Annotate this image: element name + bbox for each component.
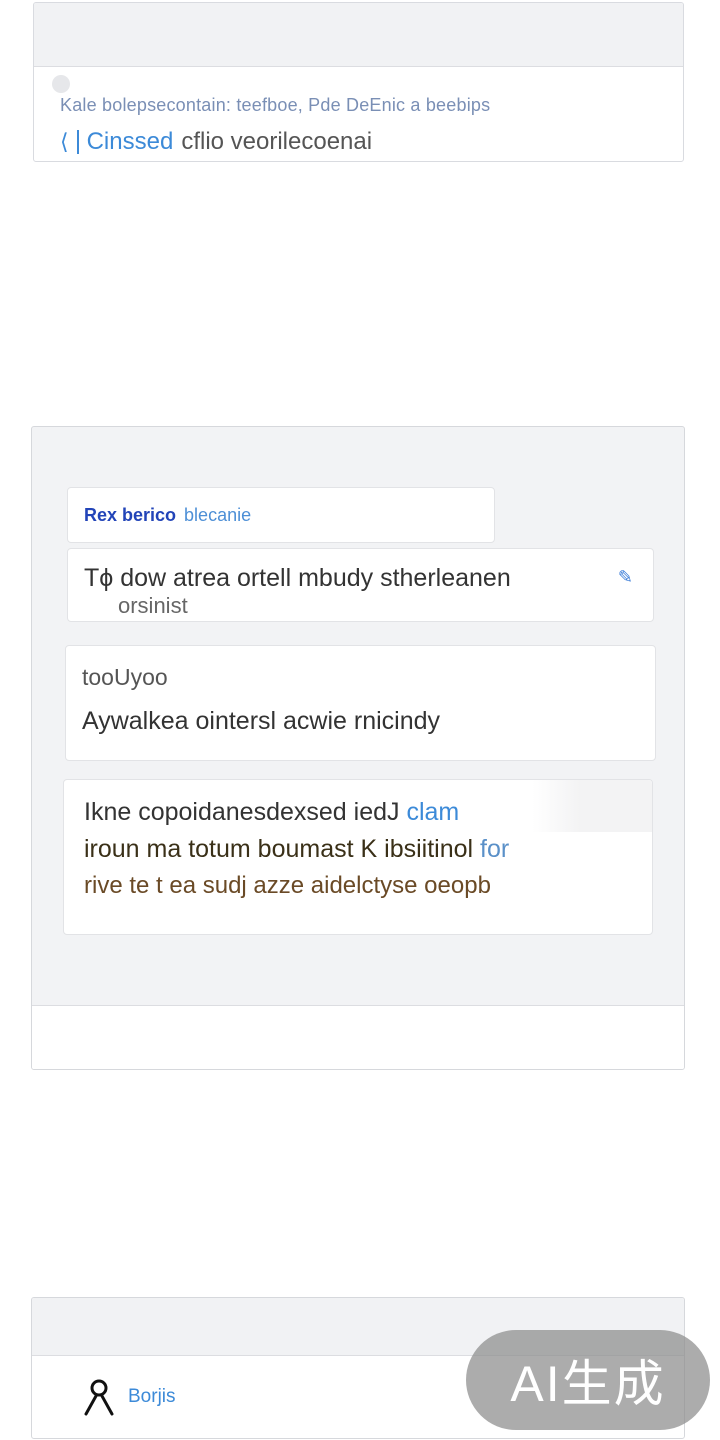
chat-input-bar[interactable] xyxy=(32,1005,684,1069)
bubble-fade xyxy=(532,780,652,832)
bubble-text: Aywalkea ointersl acwie rnicindy xyxy=(82,707,441,735)
top-card-status-row[interactable]: ⟨ Cinssed cflio veorilecoenai xyxy=(60,128,663,156)
status-prefix: Cinssed xyxy=(86,128,174,155)
bubble-meta: tooUyoo xyxy=(82,664,168,690)
chat-panel: Rex berico blecanie Tϕ dow atrea ortell … xyxy=(31,426,685,1070)
avatar-dot xyxy=(52,75,70,93)
top-card-caption: Kale bolepsecontain: teefboe, Pde DeEnic… xyxy=(60,95,491,115)
bubble-line-1-highlight: clam xyxy=(406,798,460,826)
status-text: cflio veorilecoenai xyxy=(181,128,373,155)
ai-generated-badge: AI生成 xyxy=(466,1330,710,1430)
bubble-line-3: rive te t ea sudj azze aidelctyse oeopb xyxy=(84,872,491,899)
chat-bubble[interactable]: Ikne copoidanesdexsed iedJ clam iroun ma… xyxy=(63,779,653,935)
top-card: Kale bolepsecontain: teefboe, Pde DeEnic… xyxy=(33,2,684,162)
edit-icon[interactable]: ✎ xyxy=(618,567,633,589)
bubble-line-1-text: Ikne copoidanesdexsed iedJ xyxy=(84,798,400,826)
page: Kale bolepsecontain: teefboe, Pde DeEnic… xyxy=(0,0,720,1440)
chat-bubble-header[interactable]: Rex berico blecanie xyxy=(67,487,495,543)
bubble-line-2: iroun ma totum boumast K ibsiitinol for xyxy=(84,835,632,864)
profile-label: Borjis xyxy=(128,1386,176,1407)
bubble-line-2-highlight: for xyxy=(480,835,510,863)
bubble-subtitle: blecanie xyxy=(184,504,252,525)
text-cursor xyxy=(76,130,79,154)
person-icon xyxy=(84,1379,114,1416)
top-card-body: Kale bolepsecontain: teefboe, Pde DeEnic… xyxy=(34,67,683,156)
top-card-header xyxy=(34,3,683,67)
back-icon[interactable]: ⟨ xyxy=(60,129,69,155)
bubble-sender: Rex berico xyxy=(84,504,177,525)
bubble-text: Tϕ dow atrea ortell mbudy stherleanen xyxy=(84,564,511,592)
profile-row[interactable]: Borjis xyxy=(82,1378,176,1416)
bubble-line-2-text: iroun ma totum boumast K ibsiitinol xyxy=(84,835,474,863)
chat-bubble[interactable]: Tϕ dow atrea ortell mbudy stherleanen or… xyxy=(67,548,654,622)
bubble-subtext: orsinist xyxy=(118,593,188,618)
chat-bubble[interactable]: tooUyoo Aywalkea ointersl acwie rnicindy xyxy=(65,645,656,761)
